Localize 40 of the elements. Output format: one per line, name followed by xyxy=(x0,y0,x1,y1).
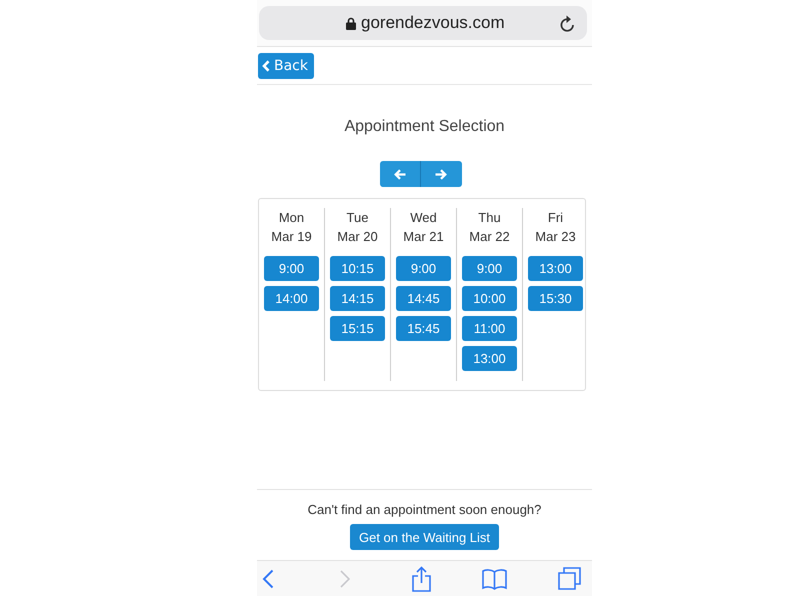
date-label: Mar 23 xyxy=(535,228,576,246)
time-slot-button[interactable]: 13:00 xyxy=(462,346,517,371)
time-slot-button[interactable]: 9:00 xyxy=(462,256,517,281)
lock-icon xyxy=(346,16,356,30)
chevron-left-icon[interactable] xyxy=(262,568,274,588)
time-slot-button[interactable]: 13:00 xyxy=(528,256,583,281)
time-slot-button[interactable]: 10:00 xyxy=(462,286,517,311)
waiting-list-prompt: Can't find an appointment soon enough? xyxy=(308,501,542,519)
back-button[interactable]: Back xyxy=(258,53,314,79)
next-week-button[interactable] xyxy=(420,161,462,187)
previous-week-button[interactable] xyxy=(380,161,420,187)
address-bar[interactable]: gorendezvous.com xyxy=(259,6,587,40)
weekday-label: Fri xyxy=(548,209,564,227)
arrow-left-icon xyxy=(394,168,406,180)
time-slot-button[interactable]: 14:15 xyxy=(330,286,385,311)
chevron-left-icon xyxy=(262,60,270,72)
time-slot-button[interactable]: 11:00 xyxy=(462,316,517,341)
time-slot-button[interactable]: 9:00 xyxy=(264,256,319,281)
share-icon[interactable] xyxy=(412,566,431,592)
tabs-icon[interactable] xyxy=(558,567,581,590)
time-slot-button[interactable]: 15:15 xyxy=(330,316,385,341)
book-icon[interactable] xyxy=(482,568,507,590)
weekday-label: Thu xyxy=(478,209,501,227)
arrow-right-icon xyxy=(435,168,447,180)
page-title: Appointment Selection xyxy=(343,117,506,137)
date-label: Mar 20 xyxy=(337,228,378,246)
time-slot-button[interactable]: 15:45 xyxy=(396,316,451,341)
reload-icon[interactable] xyxy=(560,14,575,32)
date-label: Mar 22 xyxy=(469,228,510,246)
time-slot-button[interactable]: 9:00 xyxy=(396,256,451,281)
time-slot-button[interactable]: 15:30 xyxy=(528,286,583,311)
time-slot-button[interactable]: 10:15 xyxy=(330,256,385,281)
waiting-list-button[interactable]: Get on the Waiting List xyxy=(350,524,500,550)
date-label: Mar 21 xyxy=(403,228,444,246)
weekday-label: Tue xyxy=(346,209,368,227)
time-slot-button[interactable]: 14:45 xyxy=(396,286,451,311)
time-slot-button[interactable]: 14:00 xyxy=(264,286,319,311)
date-label: Mar 19 xyxy=(271,228,312,246)
weekday-label: Wed xyxy=(410,209,437,227)
weekday-label: Mon xyxy=(278,209,304,227)
